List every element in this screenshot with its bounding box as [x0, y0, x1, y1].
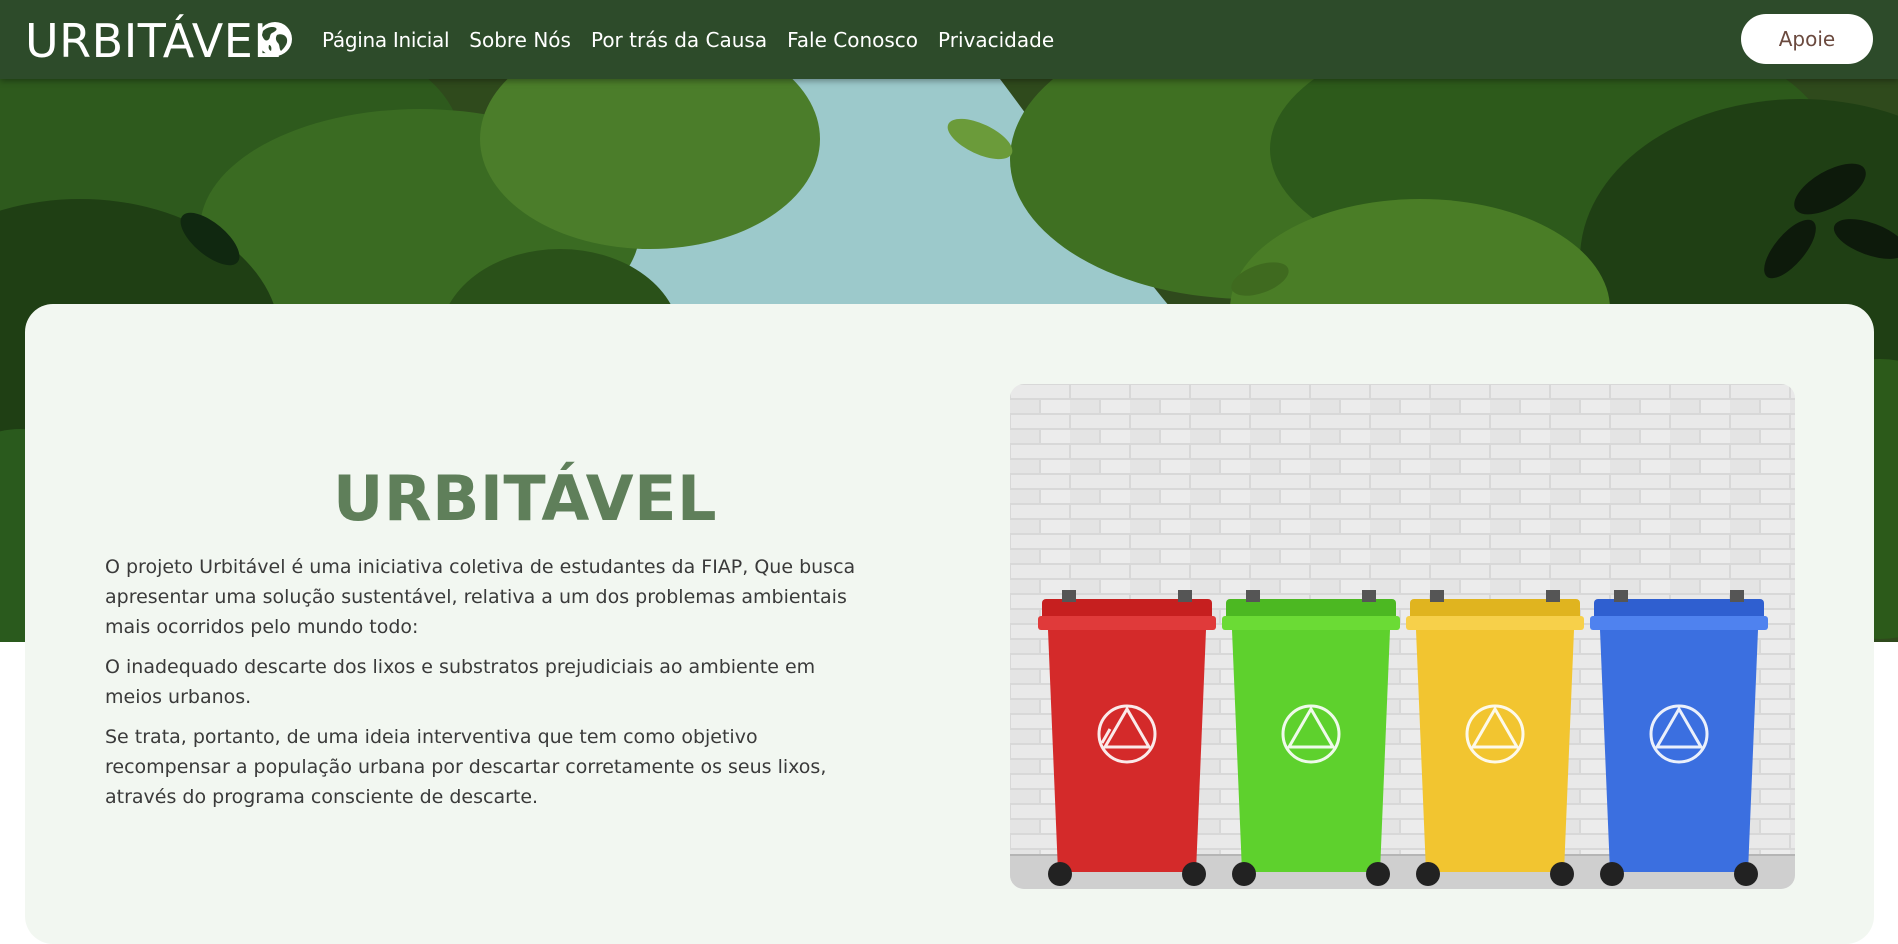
globe-icon: [257, 21, 293, 57]
nav-menu: Página Inicial Sobre Nós Por trás da Cau…: [322, 26, 1054, 54]
green-bin: [1222, 590, 1400, 886]
site-logo[interactable]: URBITÁVEL: [25, 14, 279, 68]
nav-link-about[interactable]: Sobre Nós: [469, 26, 571, 54]
nav-link-home[interactable]: Página Inicial: [322, 26, 450, 54]
about-paragraph-3: Se trata, portanto, de uma ideia interve…: [105, 726, 827, 808]
red-bin: [1038, 590, 1216, 886]
nav-link-contact[interactable]: Fale Conosco: [787, 26, 918, 54]
support-button[interactable]: Apoie: [1741, 14, 1873, 64]
about-title: URBITÁVEL: [332, 462, 717, 535]
about-paragraph-2: O inadequado descarte dos lixos e substr…: [105, 656, 816, 708]
about-text: O projeto Urbitável é uma iniciativa col…: [105, 552, 865, 822]
blue-bin: [1590, 590, 1768, 886]
navbar: URBITÁVEL Página Inicial Sobre Nós Por t…: [0, 0, 1898, 79]
nav-link-cause[interactable]: Por trás da Causa: [591, 26, 767, 54]
yellow-bin: [1406, 590, 1584, 886]
about-paragraph-1: O projeto Urbitável é uma iniciativa col…: [105, 556, 856, 638]
recycling-bins-image: [1010, 384, 1795, 889]
about-card: URBITÁVEL O projeto Urbitável é uma inic…: [25, 304, 1874, 944]
nav-link-privacy[interactable]: Privacidade: [938, 26, 1054, 54]
